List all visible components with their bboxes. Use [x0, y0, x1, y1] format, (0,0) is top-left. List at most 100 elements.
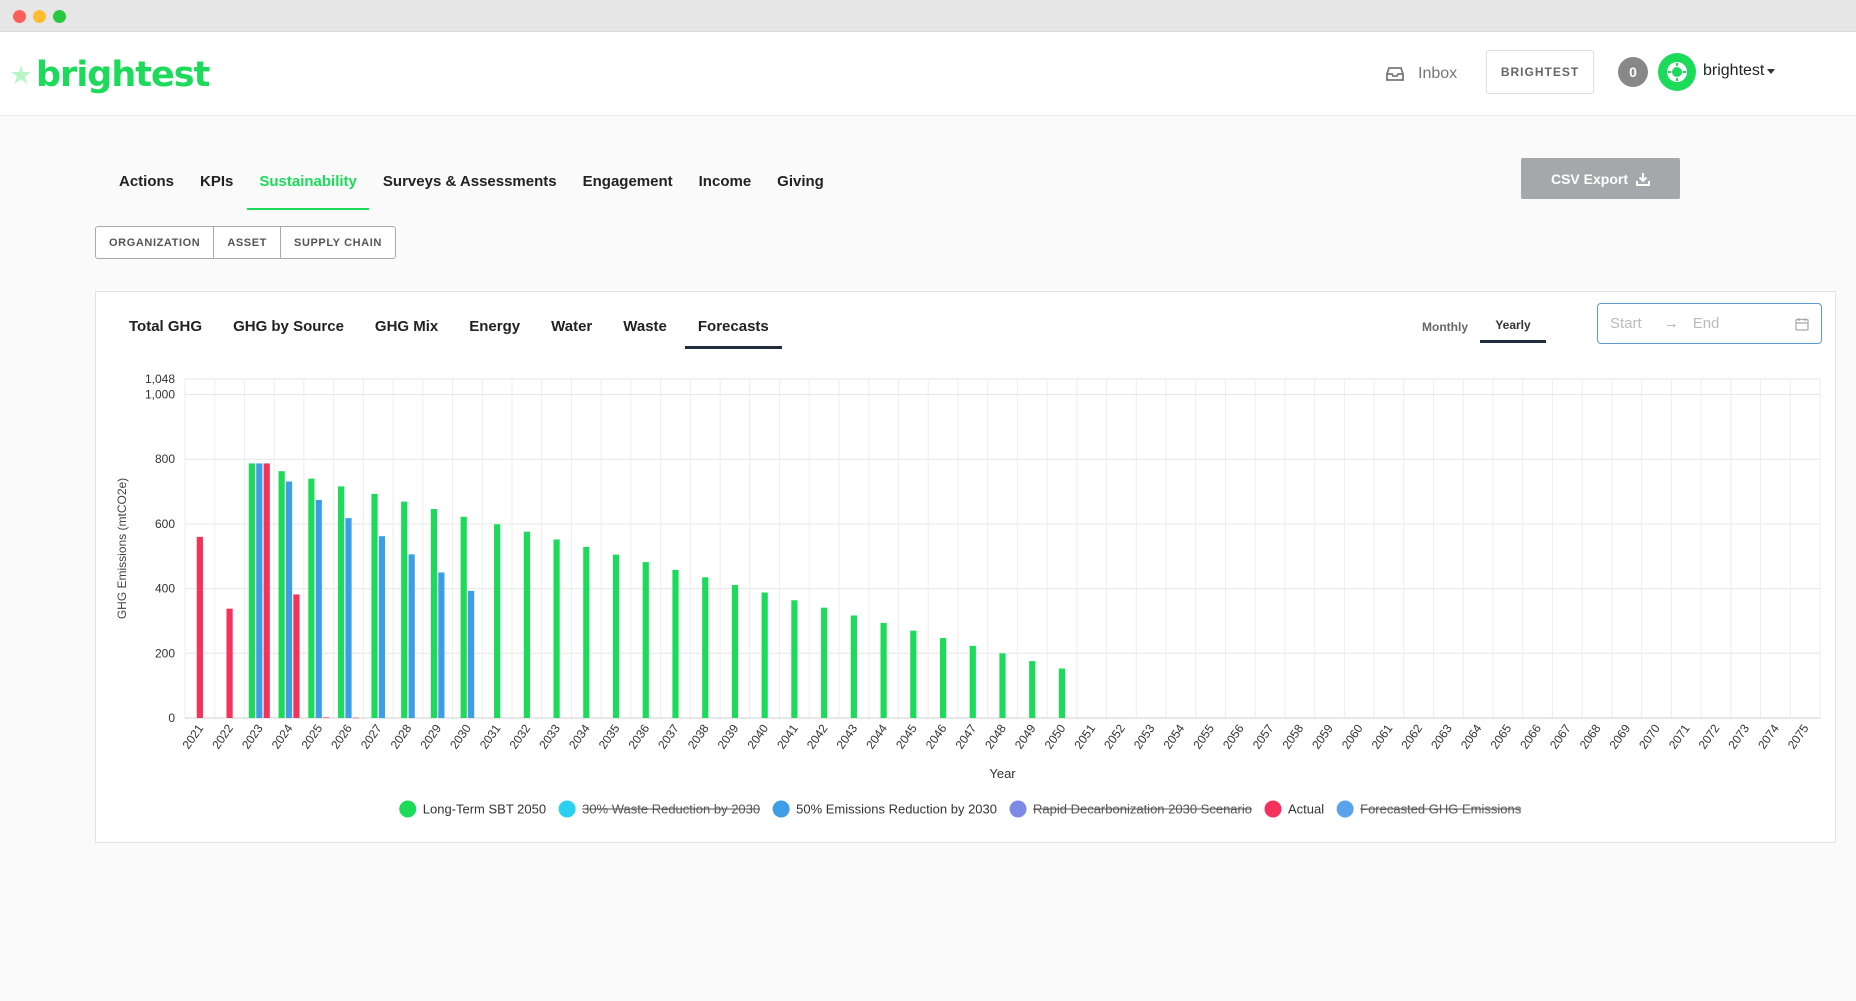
bar-50-emissions-reduction-by-2030[interactable] — [378, 536, 386, 718]
bar-50-emissions-reduction-by-2030[interactable] — [256, 463, 263, 718]
x-tick-label: 2069 — [1606, 721, 1633, 751]
scope-organization-button[interactable]: ORGANIZATION — [96, 227, 215, 258]
bar-long-term-sbt-2050[interactable] — [430, 509, 438, 718]
scope-supply-chain-button[interactable]: SUPPLY CHAIN — [281, 227, 395, 258]
tab-sustainability[interactable]: Sustainability — [247, 158, 369, 210]
x-tick-label: 2025 — [298, 721, 325, 751]
legend-dot-50-emissions-reduction-by-2030[interactable] — [772, 800, 790, 818]
bar-long-term-sbt-2050[interactable] — [761, 592, 768, 718]
brightest-logo[interactable]: brightest — [10, 50, 210, 100]
bar-actual[interactable] — [263, 463, 270, 718]
x-tick-label: 2049 — [1012, 721, 1039, 751]
bar-long-term-sbt-2050[interactable] — [553, 539, 560, 718]
x-tick-label: 2023 — [239, 721, 266, 751]
download-icon — [1636, 172, 1650, 186]
tab-engagement[interactable]: Engagement — [571, 158, 685, 210]
app-header: brightest Inbox BRIGHTEST 0 brightest — [0, 32, 1856, 116]
bar-long-term-sbt-2050[interactable] — [999, 653, 1006, 718]
bar-50-emissions-reduction-by-2030[interactable] — [345, 518, 352, 718]
bar-long-term-sbt-2050[interactable] — [672, 569, 679, 718]
legend-dot-actual[interactable] — [1264, 800, 1282, 818]
tab-surveys-and-assessments[interactable]: Surveys & Assessments — [371, 158, 569, 210]
inbox-link[interactable]: Inbox — [1386, 60, 1457, 88]
y-tick-label: 1,000 — [145, 388, 175, 402]
zoom-window-button[interactable] — [53, 10, 66, 23]
bar-actual[interactable] — [226, 608, 233, 718]
main-tabs: Actions KPIs Sustainability Surveys & Asses… — [107, 158, 838, 210]
tab-giving[interactable]: Giving — [765, 158, 836, 210]
user-menu[interactable]: brightest — [1703, 62, 1776, 80]
y-tick-label: 200 — [155, 646, 175, 660]
bar-long-term-sbt-2050[interactable] — [939, 638, 947, 718]
bar-long-term-sbt-2050[interactable] — [460, 516, 467, 718]
bar-long-term-sbt-2050[interactable] — [401, 501, 408, 718]
bar-long-term-sbt-2050[interactable] — [731, 585, 739, 718]
tab-income[interactable]: Income — [687, 158, 764, 210]
avatar-sun-icon — [1667, 62, 1687, 82]
x-tick-label: 2075 — [1785, 721, 1812, 751]
bar-long-term-sbt-2050[interactable] — [821, 607, 828, 718]
bar-long-term-sbt-2050[interactable] — [523, 531, 530, 718]
bar-actual[interactable] — [196, 536, 203, 718]
bar-long-term-sbt-2050[interactable] — [791, 600, 798, 718]
bar-long-term-sbt-2050[interactable] — [1058, 668, 1066, 718]
forecast-chart: 02004006008001,0001,0482021 2022 2023 2024 2… — [115, 372, 1821, 818]
bar-long-term-sbt-2050[interactable] — [338, 486, 345, 718]
notification-count-badge[interactable]: 0 — [1618, 57, 1648, 87]
bar-long-term-sbt-2050[interactable] — [494, 524, 501, 718]
x-tick-label: 2044 — [863, 721, 890, 751]
legend-label-50-emissions-reduction-by-2030[interactable]: 50% Emissions Reduction by 2030 — [796, 802, 997, 817]
tab-kpis[interactable]: KPIs — [188, 158, 245, 210]
scope-asset-button[interactable]: ASSET — [214, 227, 282, 258]
x-tick-label: 2053 — [1131, 721, 1158, 751]
minimize-window-button[interactable] — [33, 10, 46, 23]
bar-long-term-sbt-2050[interactable] — [910, 630, 917, 718]
bar-long-term-sbt-2050[interactable] — [612, 554, 620, 718]
legend-label-long-term-sbt-2050[interactable]: Long-Term SBT 2050 — [423, 802, 546, 817]
bar-actual[interactable] — [352, 717, 359, 719]
x-tick-label: 2047 — [952, 721, 979, 751]
x-tick-label: 2051 — [1071, 721, 1098, 751]
x-tick-label: 2060 — [1339, 721, 1366, 751]
organization-button[interactable]: BRIGHTEST — [1486, 50, 1594, 94]
bar-long-term-sbt-2050[interactable] — [308, 478, 315, 718]
bar-long-term-sbt-2050[interactable] — [371, 493, 378, 718]
x-tick-label: 2043 — [834, 721, 861, 751]
legend-dot-30-waste-reduction-by-2030[interactable] — [558, 800, 576, 818]
x-tick-label: 2050 — [1042, 721, 1069, 751]
bar-actual[interactable] — [323, 717, 330, 718]
avatar[interactable] — [1658, 53, 1696, 91]
logo-star-icon — [11, 65, 31, 84]
bar-long-term-sbt-2050[interactable] — [969, 645, 976, 718]
x-tick-label: 2036 — [625, 721, 652, 751]
bar-long-term-sbt-2050[interactable] — [1029, 661, 1036, 718]
legend-dot-forecasted-ghg-emissions[interactable] — [1336, 800, 1354, 818]
csv-export-button[interactable]: CSV Export — [1521, 158, 1680, 199]
bar-long-term-sbt-2050[interactable] — [880, 622, 887, 718]
x-tick-label: 2035 — [596, 721, 623, 751]
bar-50-emissions-reduction-by-2030[interactable] — [408, 554, 415, 718]
bar-50-emissions-reduction-by-2030[interactable] — [438, 572, 445, 718]
bar-long-term-sbt-2050[interactable] — [850, 615, 857, 718]
bar-long-term-sbt-2050[interactable] — [702, 577, 709, 718]
legend-label-actual[interactable]: Actual — [1288, 802, 1324, 817]
bar-50-emissions-reduction-by-2030[interactable] — [468, 590, 475, 718]
x-tick-label: 2058 — [1279, 721, 1306, 751]
x-tick-label: 2030 — [447, 721, 474, 751]
bar-long-term-sbt-2050[interactable] — [278, 471, 285, 718]
x-tick-label: 2041 — [774, 721, 801, 751]
bar-long-term-sbt-2050[interactable] — [583, 546, 590, 718]
bar-actual[interactable] — [293, 594, 300, 718]
bar-long-term-sbt-2050[interactable] — [248, 463, 256, 718]
close-window-button[interactable] — [13, 10, 26, 23]
x-tick-label: 2024 — [269, 721, 296, 751]
bar-long-term-sbt-2050[interactable] — [642, 562, 649, 718]
legend-dot-rapid-decarbonization-2030-scenario[interactable] — [1009, 800, 1027, 818]
bar-50-emissions-reduction-by-2030[interactable] — [285, 481, 293, 718]
bar-50-emissions-reduction-by-2030[interactable] — [315, 499, 322, 718]
x-tick-label: 2027 — [358, 721, 385, 751]
legend-dot-long-term-sbt-2050[interactable] — [399, 800, 417, 818]
x-tick-label: 2063 — [1428, 721, 1455, 751]
tab-actions[interactable]: Actions — [107, 158, 186, 210]
x-tick-label: 2028 — [388, 721, 415, 751]
